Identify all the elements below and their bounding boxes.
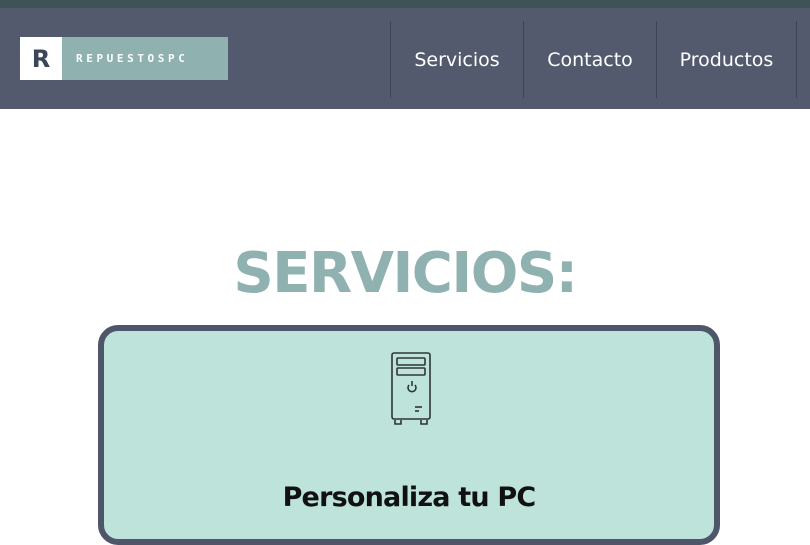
service-card[interactable]: Personaliza tu PC — [98, 325, 720, 545]
brand-name: REPUESTOSPC — [76, 52, 189, 65]
top-strip — [0, 0, 810, 8]
nav-item-servicios[interactable]: Servicios — [390, 21, 523, 98]
page-title: SERVICIOS: — [233, 240, 578, 306]
service-card-title: Personaliza tu PC — [282, 482, 537, 514]
brand-logo[interactable]: R REPUESTOSPC — [20, 37, 228, 80]
nav-item-contacto[interactable]: Contacto — [523, 21, 656, 98]
nav-item-productos[interactable]: Productos — [656, 21, 797, 98]
header: R REPUESTOSPC Servicios Contacto Product… — [0, 8, 810, 109]
desktop-tower-icon — [387, 350, 437, 428]
logo-mark: R — [20, 37, 62, 80]
main-nav: Servicios Contacto Productos — [390, 21, 797, 98]
